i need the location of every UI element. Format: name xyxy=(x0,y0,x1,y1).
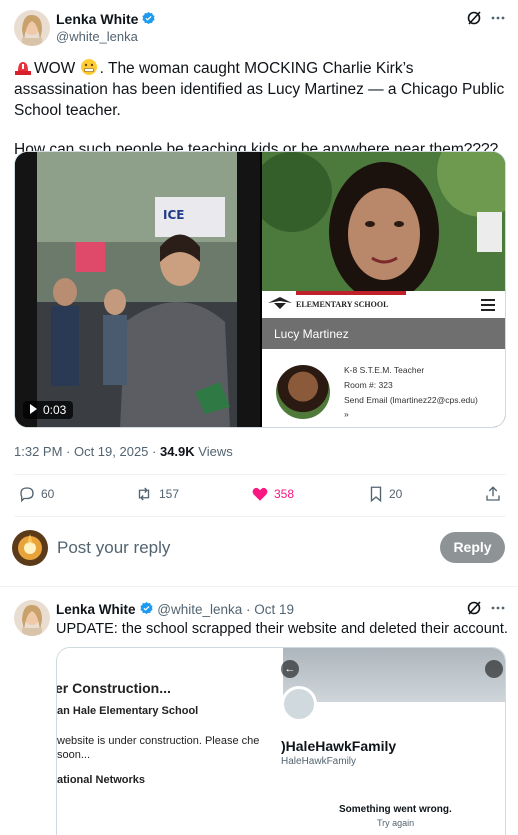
school-banner-stripe xyxy=(296,291,406,295)
back-arrow-icon: ← xyxy=(281,660,299,678)
tweet-meta: 1:32 PM · Oct 19, 2025 · 34.9K Views xyxy=(14,444,233,459)
teacher-email: Send Email (lmartinez22@cps.edu) xyxy=(344,395,478,405)
teacher-photo xyxy=(276,365,330,419)
timestamp[interactable]: 1:32 PM · Oct 19, 2025 · xyxy=(14,444,160,459)
play-icon xyxy=(30,404,37,414)
heart-icon xyxy=(252,487,268,501)
author-handle[interactable]: @white_lenka xyxy=(157,602,242,617)
reply-action[interactable]: 60 xyxy=(18,485,54,503)
repost-icon xyxy=(138,487,150,501)
school-header: ELEMENTARY SCHOOL xyxy=(262,291,505,318)
screenshot-image[interactable]: ELEMENTARY SCHOOL Lucy Martinez K-8 S.T.… xyxy=(262,152,505,427)
divider xyxy=(14,516,506,517)
profile-banner xyxy=(283,648,505,702)
search-icon xyxy=(485,660,503,678)
repost-count: 157 xyxy=(159,487,180,501)
author-name[interactable]: Lenka White xyxy=(56,11,156,27)
school-name: ELEMENTARY SCHOOL xyxy=(296,300,389,309)
teacher-selfie xyxy=(262,152,505,291)
grok-icon[interactable] xyxy=(466,600,482,621)
tweet-date[interactable]: · Oct 19 xyxy=(242,602,294,617)
grok-icon[interactable] xyxy=(466,10,482,31)
share-action[interactable] xyxy=(484,485,507,503)
author-avatar[interactable] xyxy=(14,10,50,46)
more-options-icon[interactable] xyxy=(490,600,506,621)
profile-handle: HaleHawkFamily xyxy=(281,756,357,767)
teacher-card: K-8 S.T.E.M. Teacher Room #: 323 Send Em… xyxy=(262,349,505,427)
profile-avatar xyxy=(281,686,317,722)
verified-badge-icon xyxy=(139,601,153,615)
repost-action[interactable]: 157 xyxy=(134,485,179,503)
verified-badge-icon xyxy=(142,11,156,25)
like-count: 358 xyxy=(274,487,295,501)
reply-icon xyxy=(20,487,34,503)
views-count: 34.9K xyxy=(159,444,195,459)
construction-school: an Hale Elementary School xyxy=(57,705,199,717)
teacher-more: » xyxy=(344,409,349,419)
bookmark-icon xyxy=(370,486,382,503)
more-options-icon[interactable] xyxy=(490,10,506,31)
construction-networks: ational Networks xyxy=(57,774,146,786)
media-grid: ICE 0:03 ELEMENTARY SCHOOL Lucy Martinez… xyxy=(14,151,506,428)
teacher-role: K-8 S.T.E.M. Teacher xyxy=(344,365,425,375)
profile-name: )HaleHawkFamily xyxy=(281,738,397,754)
bookmark-action[interactable]: 20 xyxy=(368,485,402,503)
protest-sign-text: ICE xyxy=(163,208,184,222)
divider xyxy=(14,474,506,475)
author-avatar[interactable] xyxy=(14,600,50,636)
reply-media[interactable]: er Construction... an Hale Elementary Sc… xyxy=(56,647,506,835)
deleted-profile-screenshot: ← )HaleHawkFamily HaleHawkFamily Somethi… xyxy=(281,648,505,835)
reply-tweet-header: Lenka White @white_lenka · Oct 19 xyxy=(56,601,294,617)
teacher-name-banner: Lucy Martinez xyxy=(262,318,505,349)
reply-button[interactable]: Reply xyxy=(440,532,505,563)
construction-message: website is under construction. Please ch… xyxy=(57,735,260,761)
current-user-avatar[interactable] xyxy=(12,530,48,566)
menu-icon xyxy=(481,299,495,314)
section-divider xyxy=(0,586,518,587)
tweet-text: WOW . The woman caught MOCKING Charlie K… xyxy=(14,58,508,160)
grimace-emoji-icon xyxy=(80,59,97,75)
views-label: Views xyxy=(194,444,233,459)
reply-count: 60 xyxy=(41,487,55,501)
construction-screenshot: er Construction... an Hale Elementary Sc… xyxy=(57,648,283,835)
author-name[interactable]: Lenka White xyxy=(56,602,136,617)
bookmark-count: 20 xyxy=(389,487,403,501)
author-handle[interactable]: @white_lenka xyxy=(56,29,138,44)
profile-error: Something went wrong. xyxy=(339,804,452,815)
video-frame: ICE xyxy=(15,152,260,427)
video-player[interactable]: ICE 0:03 xyxy=(15,152,260,427)
reply-input[interactable]: Post your reply xyxy=(57,538,170,558)
reply-tweet-text: UPDATE: the school scrapped their websit… xyxy=(56,621,508,637)
siren-emoji-icon xyxy=(15,62,31,75)
hawk-logo-icon xyxy=(268,297,292,309)
construction-title: er Construction... xyxy=(56,680,171,696)
like-action[interactable]: 358 xyxy=(251,485,294,503)
video-duration: 0:03 xyxy=(23,401,74,419)
share-icon xyxy=(486,486,500,501)
profile-retry: Try again xyxy=(377,818,415,828)
teacher-room: Room #: 323 xyxy=(344,380,393,390)
